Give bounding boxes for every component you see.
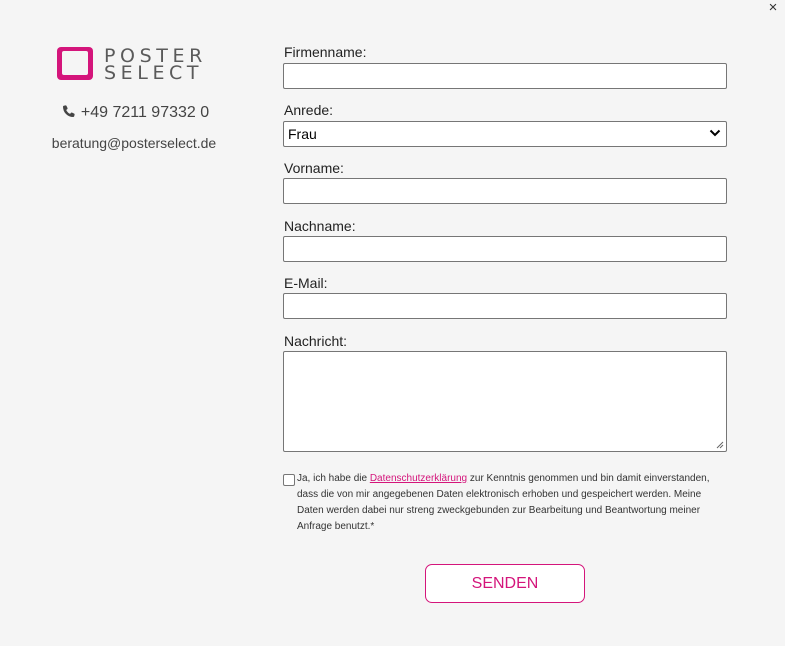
consent-text-before: Ja, ich habe die (297, 473, 370, 484)
logo-text-line2: SELECT (104, 62, 204, 84)
contact-email[interactable]: beratung@posterselect.de (0, 135, 268, 151)
phone-contact: +49 7211 97332 0 (0, 103, 270, 122)
logo: POSTER SELECT (57, 47, 217, 84)
logo-mark (57, 47, 93, 80)
company-input[interactable] (283, 63, 727, 89)
message-textarea[interactable] (283, 351, 727, 452)
consent-checkbox[interactable] (283, 474, 295, 486)
email-label: E-Mail: (284, 275, 328, 291)
privacy-policy-link[interactable]: Datenschutzerklärung (370, 473, 467, 484)
lastname-input[interactable] (283, 236, 727, 262)
salutation-select[interactable]: Frau (283, 121, 727, 147)
phone-icon (62, 105, 75, 118)
send-button[interactable]: SENDEN (425, 564, 585, 603)
lastname-label: Nachname: (284, 218, 356, 234)
salutation-label: Anrede: (284, 102, 334, 118)
firstname-label: Vorname: (284, 160, 344, 176)
consent-text: Ja, ich habe die Datenschutzerklärung zu… (297, 471, 727, 535)
chevron-down-icon (709, 129, 721, 137)
close-icon[interactable]: × (765, 0, 781, 16)
message-label: Nachricht: (284, 333, 348, 349)
resize-grip-icon[interactable] (716, 441, 724, 449)
company-label: Firmenname: (284, 44, 367, 60)
firstname-input[interactable] (283, 178, 727, 204)
salutation-value: Frau (288, 126, 317, 142)
email-field[interactable] (283, 293, 727, 319)
phone-number: +49 7211 97332 0 (80, 104, 210, 121)
